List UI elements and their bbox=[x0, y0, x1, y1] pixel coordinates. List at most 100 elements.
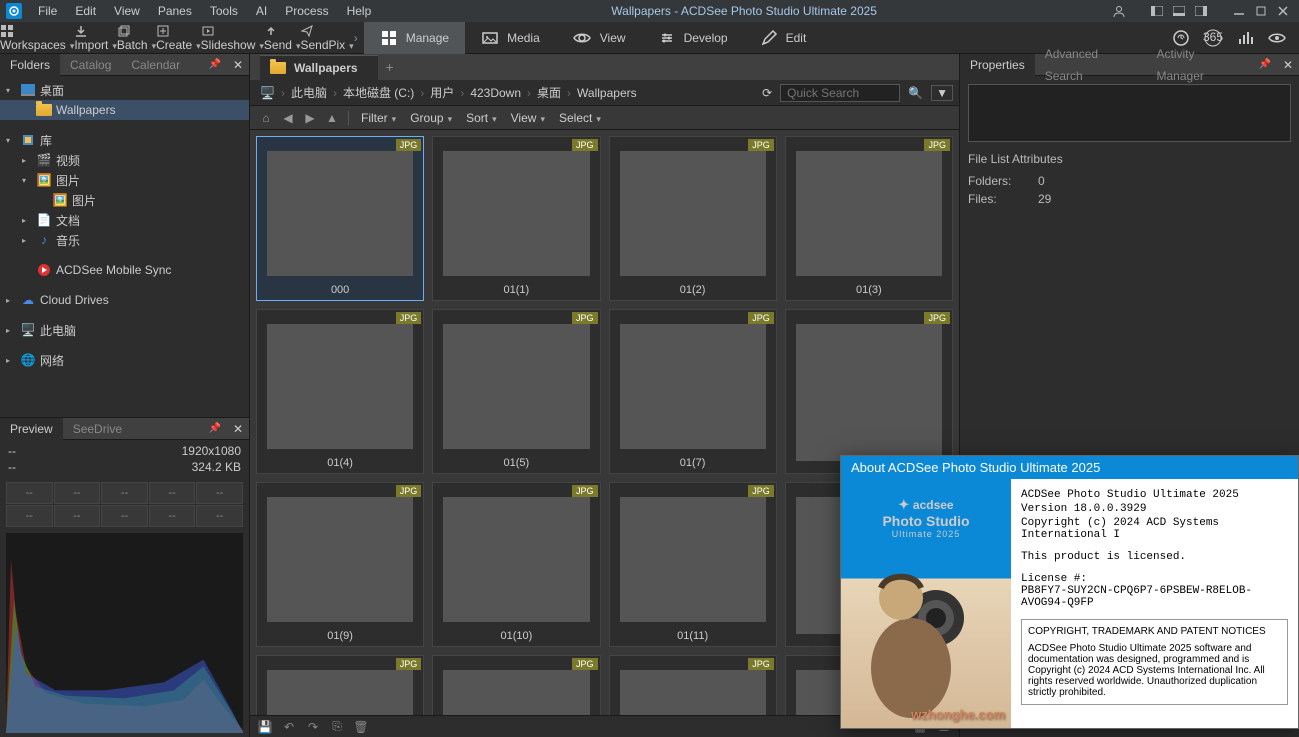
view-dropdown[interactable]: View bbox=[505, 111, 551, 125]
tab-catalog[interactable]: Catalog bbox=[60, 54, 121, 76]
thumbnail-image bbox=[443, 497, 589, 622]
tree-video[interactable]: ▸🎬视频 bbox=[0, 150, 249, 170]
group-dropdown[interactable]: Group bbox=[404, 111, 458, 125]
thumbnail-item[interactable]: JPG01(2) bbox=[609, 136, 777, 301]
user-icon[interactable] bbox=[1109, 3, 1129, 19]
tree-thispc[interactable]: ▸🖥️此电脑 bbox=[0, 320, 249, 340]
thumbnail-item[interactable]: JPG01(3) bbox=[785, 136, 953, 301]
menu-view[interactable]: View bbox=[106, 0, 148, 22]
mode-media[interactable]: Media bbox=[465, 22, 556, 54]
sort-dropdown[interactable]: Sort bbox=[460, 111, 503, 125]
mode-develop[interactable]: Develop bbox=[642, 22, 744, 54]
status-save-icon[interactable]: 💾 bbox=[256, 718, 274, 736]
thumbnail-item[interactable]: JPG01(4) bbox=[256, 309, 424, 474]
import-button[interactable]: Import bbox=[74, 24, 117, 52]
more-button[interactable]: › bbox=[354, 31, 358, 45]
thumbnail-item[interactable]: JPG01(11) bbox=[609, 482, 777, 647]
layout-1-icon[interactable] bbox=[1147, 3, 1167, 19]
slideshow-button[interactable]: Slideshow bbox=[201, 24, 264, 52]
tree-wallpapers[interactable]: Wallpapers bbox=[0, 100, 249, 120]
tree-docs[interactable]: ▸📄文档 bbox=[0, 210, 249, 230]
close-button[interactable] bbox=[1273, 3, 1293, 19]
properties-preview-box bbox=[968, 84, 1291, 142]
status-undo-icon[interactable]: ↶ bbox=[280, 718, 298, 736]
status-delete-icon[interactable]: 🗑 bbox=[352, 718, 370, 736]
create-button[interactable]: Create bbox=[156, 24, 201, 52]
tab-seedrive[interactable]: SeeDrive bbox=[63, 418, 132, 440]
crumb-users[interactable]: 用户 bbox=[426, 84, 458, 101]
thumbnail-item[interactable]: JPG bbox=[432, 655, 600, 715]
sendpix-button[interactable]: SendPix bbox=[300, 24, 353, 52]
thumbnail-item[interactable]: JPG01(9) bbox=[256, 482, 424, 647]
menu-ai[interactable]: AI bbox=[248, 0, 275, 22]
file-tab-wallpapers[interactable]: Wallpapers bbox=[260, 55, 378, 80]
maximize-button[interactable] bbox=[1251, 3, 1271, 19]
menu-panes[interactable]: Panes bbox=[150, 0, 200, 22]
new-tab-button[interactable]: + bbox=[378, 59, 402, 75]
tree-network[interactable]: ▸🌐网络 bbox=[0, 350, 249, 370]
search-icon[interactable]: 🔍 bbox=[902, 86, 929, 100]
filter-dropdown[interactable]: Filter bbox=[355, 111, 402, 125]
tree-desktop[interactable]: ▾桌面 bbox=[0, 80, 249, 100]
thumbnail-item[interactable]: JPG01(10) bbox=[432, 482, 600, 647]
tree-cloud[interactable]: ▸☁Cloud Drives bbox=[0, 290, 249, 310]
mode-edit[interactable]: Edit bbox=[744, 22, 823, 54]
tab-folders[interactable]: Folders bbox=[0, 54, 60, 76]
folders-count-row: Folders:0 bbox=[968, 172, 1291, 190]
workspaces-button[interactable]: Workspaces bbox=[0, 24, 74, 52]
batch-button[interactable]: Batch bbox=[117, 24, 156, 52]
layout-2-icon[interactable] bbox=[1169, 3, 1189, 19]
monitor-icon[interactable]: 🖥️ bbox=[256, 86, 279, 100]
thumbnail-item[interactable]: JPG bbox=[785, 309, 953, 474]
panel-close-icon[interactable]: ✕ bbox=[1277, 58, 1299, 72]
panel-close-icon[interactable]: ✕ bbox=[227, 58, 249, 72]
crumb-desktop[interactable]: 桌面 bbox=[533, 84, 565, 101]
mode-manage[interactable]: Manage bbox=[364, 22, 465, 54]
menu-file[interactable]: File bbox=[30, 0, 65, 22]
layout-3-icon[interactable] bbox=[1191, 3, 1211, 19]
eye-icon[interactable] bbox=[1263, 24, 1291, 52]
filter-funnel-icon[interactable]: ▼ bbox=[931, 85, 953, 101]
thumbnail-item[interactable]: JPG01(5) bbox=[432, 309, 600, 474]
pin-icon[interactable]: 📌 bbox=[202, 59, 226, 70]
tree-pictures[interactable]: ▾🖼️图片 bbox=[0, 170, 249, 190]
nav-home-icon[interactable]: ⌂ bbox=[256, 108, 276, 128]
format-badge: JPG bbox=[396, 139, 422, 151]
crumb-user[interactable]: 423Down bbox=[466, 86, 525, 100]
pin-icon[interactable]: 📌 bbox=[1252, 59, 1276, 70]
nav-back-icon[interactable]: ◀ bbox=[278, 108, 298, 128]
thumbnail-item[interactable]: JPG01(7) bbox=[609, 309, 777, 474]
crumb-drive[interactable]: 本地磁盘 (C:) bbox=[339, 84, 418, 101]
minimize-button[interactable] bbox=[1229, 3, 1249, 19]
mode-view[interactable]: View bbox=[556, 22, 642, 54]
crumb-folder[interactable]: Wallpapers bbox=[573, 86, 641, 100]
tab-preview[interactable]: Preview bbox=[0, 418, 63, 440]
tree-library[interactable]: ▾库 bbox=[0, 130, 249, 150]
thumbnail-image bbox=[267, 324, 413, 449]
status-copy-icon[interactable]: ⎘ bbox=[328, 718, 346, 736]
tab-properties[interactable]: Properties bbox=[960, 54, 1035, 76]
tab-calendar[interactable]: Calendar bbox=[121, 54, 190, 76]
send-button[interactable]: Send bbox=[264, 24, 301, 52]
tree-music[interactable]: ▸♪音乐 bbox=[0, 230, 249, 250]
menu-process[interactable]: Process bbox=[277, 0, 336, 22]
refresh-icon[interactable]: ⟳ bbox=[756, 86, 778, 100]
tree-pictures-sub[interactable]: 🖼️图片 bbox=[0, 190, 249, 210]
tree-mobile-sync[interactable]: ACDSee Mobile Sync bbox=[0, 260, 249, 280]
thumbnail-item[interactable]: JPG bbox=[256, 655, 424, 715]
menu-tools[interactable]: Tools bbox=[202, 0, 246, 22]
nav-up-icon[interactable]: ▲ bbox=[322, 108, 342, 128]
thumbnail-item[interactable]: JPG000 bbox=[256, 136, 424, 301]
panel-close-icon[interactable]: ✕ bbox=[227, 422, 249, 436]
quick-search-input[interactable] bbox=[780, 84, 900, 102]
crumb-thispc[interactable]: 此电脑 bbox=[287, 84, 331, 101]
select-dropdown[interactable]: Select bbox=[553, 111, 607, 125]
menu-edit[interactable]: Edit bbox=[67, 0, 104, 22]
title-bar: File Edit View Panes Tools AI Process He… bbox=[0, 0, 1299, 22]
menu-help[interactable]: Help bbox=[339, 0, 380, 22]
status-redo-icon[interactable]: ↷ bbox=[304, 718, 322, 736]
thumbnail-item[interactable]: JPG01(1) bbox=[432, 136, 600, 301]
thumbnail-item[interactable]: JPG bbox=[609, 655, 777, 715]
pin-icon[interactable]: 📌 bbox=[202, 423, 226, 434]
nav-fwd-icon[interactable]: ▶ bbox=[300, 108, 320, 128]
